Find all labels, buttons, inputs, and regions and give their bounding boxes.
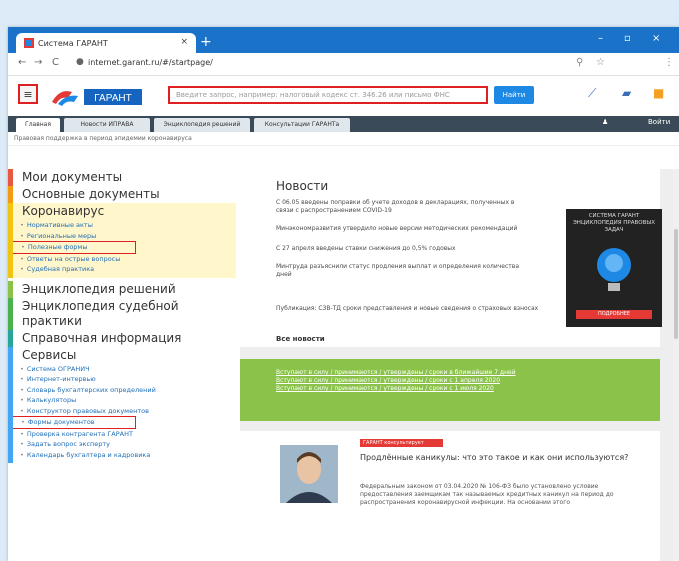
window-close-icon[interactable]: ×: [652, 33, 660, 44]
sidebar-color-bar: [8, 169, 13, 186]
folder-icon[interactable]: ■: [653, 86, 664, 100]
sidebar-item[interactable]: Справочная информация: [8, 330, 236, 347]
banner-link[interactable]: Вступают в силу / принимаются / утвержде…: [240, 377, 660, 385]
promo-text: СИСТЕМА ГАРАНТ ЭНЦИКЛОПЕДИЯ ПРАВОВЫХ ЗАД…: [572, 213, 656, 233]
url-field[interactable]: internet.garant.ru/#/startpage/: [88, 58, 213, 67]
tab-news[interactable]: Новости ИПРАВА: [64, 118, 150, 132]
sidebar-subitem[interactable]: Судебная практика: [8, 264, 236, 275]
sidebar-section: Энциклопедия решений: [8, 280, 236, 298]
sidebar-subitem[interactable]: Система ОГРАНИЧ: [8, 364, 236, 375]
document-tabs: Главная Новости ИПРАВА Энциклопедия реше…: [8, 116, 679, 132]
garant-logo: ГАРАНТ: [52, 89, 142, 106]
briefcase-icon[interactable]: ▰: [622, 86, 631, 100]
reload-icon[interactable]: C: [52, 57, 59, 68]
user-icon[interactable]: ♟: [602, 118, 608, 126]
browser-menu-icon[interactable]: ⋮: [664, 57, 674, 68]
article-tag: ГАРАНТ консультирует: [360, 439, 443, 447]
sidebar-color-bar: [8, 203, 13, 278]
sidebar-subitem[interactable]: Интернет-интервью: [8, 374, 236, 385]
sidebar-section: Энциклопедия судебной практики: [8, 297, 236, 330]
sidebar-subitem[interactable]: Формы документов: [8, 416, 136, 429]
maximize-icon[interactable]: ▫: [624, 33, 631, 44]
tab-close-icon[interactable]: ×: [180, 37, 188, 47]
hamburger-menu-icon[interactable]: ≡: [18, 84, 38, 104]
banner-link[interactable]: Вступают в силу / принимаются / утвержде…: [240, 369, 660, 377]
scrollbar[interactable]: [673, 169, 679, 561]
sidebar-color-bar: [8, 346, 13, 463]
sidebar-subitem[interactable]: Календарь бухгалтера и кадровика: [8, 450, 236, 461]
sidebar-subitem[interactable]: Конструктор правовых документов: [8, 406, 236, 417]
promo-banner[interactable]: СИСТЕМА ГАРАНТ ЭНЦИКЛОПЕДИЯ ПРАВОВЫХ ЗАД…: [566, 209, 662, 327]
sidebar-item[interactable]: Энциклопедия решений: [8, 281, 236, 298]
sidebar-subitem[interactable]: Задать вопрос эксперту: [8, 439, 236, 450]
sidebar-section: Мои документы: [8, 169, 236, 186]
tab-consultations[interactable]: Консультации ГАРАНТа: [254, 118, 350, 132]
news-title: Новости: [276, 179, 329, 193]
back-icon[interactable]: ←: [18, 57, 26, 68]
sidebar-item[interactable]: Мои документы: [8, 169, 236, 186]
lock-icon: ●: [76, 57, 84, 67]
news-item[interactable]: С 27 апреля введены ставки снижения до 0…: [276, 245, 526, 253]
sidebar-color-bar: [8, 297, 13, 330]
sidebar-color-bar: [8, 329, 13, 347]
address-bar: ← → C ● internet.garant.ru/#/startpage/ …: [8, 53, 679, 76]
article-card: ГАРАНТ консультирует Продлённые каникулы…: [240, 431, 660, 561]
sidebar-section: КоронавирусНормативные актыРегиональные …: [8, 203, 236, 278]
scrollbar-thumb[interactable]: [674, 229, 678, 339]
search-input[interactable]: Введите запрос, например: налоговый коде…: [168, 86, 488, 104]
forward-icon[interactable]: →: [34, 57, 42, 68]
sidebar-section: Основные документы: [8, 186, 236, 203]
sidebar-section: СервисыСистема ОГРАНИЧИнтернет-интервьюС…: [8, 346, 236, 463]
article-title[interactable]: Продлённые каникулы: что это такое и как…: [360, 453, 650, 463]
promo-button[interactable]: ПОДРОБНЕЕ: [576, 310, 652, 319]
sidebar-item[interactable]: Коронавирус: [8, 203, 236, 220]
minimize-icon[interactable]: –: [598, 33, 603, 44]
sidebar-subitem[interactable]: Ответы на острые вопросы: [8, 254, 236, 265]
news-item[interactable]: С 06.05 введены поправки об учете доходо…: [276, 199, 526, 215]
new-tab-icon[interactable]: +: [200, 35, 212, 49]
green-banner: Вступают в силу / принимаются / утвержде…: [240, 359, 660, 421]
garant-favicon-icon: [24, 38, 34, 48]
site-header: ≡ ГАРАНТ Введите запрос, например: налог…: [8, 76, 679, 116]
star-icon[interactable]: ☆: [596, 57, 605, 68]
sidebar-section: Справочная информация: [8, 329, 236, 347]
all-news-link[interactable]: Все новости: [276, 335, 325, 343]
sidebar-color-bar: [8, 280, 13, 298]
browser-tab[interactable]: Система ГАРАНТ ×: [16, 33, 196, 53]
banner-link[interactable]: Вступают в силу / принимаются / утвержде…: [240, 385, 660, 393]
sidebar: Мои документы Основные документы Коронавир…: [8, 169, 236, 561]
sidebar-subitem[interactable]: Нормативные акты: [8, 220, 236, 231]
zoom-icon[interactable]: ⚲: [576, 57, 583, 68]
search-button[interactable]: Найти: [494, 86, 534, 104]
sidebar-item[interactable]: Сервисы: [8, 347, 236, 364]
sidebar-item[interactable]: Энциклопедия судебной практики: [8, 298, 236, 330]
browser-window: Система ГАРАНТ × + – ▫ × ← → C ● interne…: [8, 27, 679, 561]
article-text: Федеральным законом от 03.04.2020 № 106-…: [360, 483, 614, 506]
tab-title: Система ГАРАНТ: [38, 38, 108, 48]
sidebar-subitem[interactable]: Словарь бухгалтерских определений: [8, 385, 236, 396]
tab-encyclopedia[interactable]: Энциклопедия решений: [154, 118, 250, 132]
sidebar-subitem[interactable]: Региональные меры: [8, 231, 236, 242]
sidebar-color-bar: [8, 186, 13, 203]
svg-text:ГАРАНТ: ГАРАНТ: [94, 93, 131, 104]
sidebar-subitem[interactable]: Полезные формы: [8, 241, 136, 254]
breadcrumb[interactable]: Правовая поддержка в период эпидемии кор…: [8, 132, 679, 146]
news-item[interactable]: Минтруда разъяснили статус продления вып…: [276, 263, 526, 279]
tab-strip: Система ГАРАНТ × + – ▫ ×: [8, 27, 679, 53]
sidebar-subitem[interactable]: Проверка контрагента ГАРАНТ: [8, 429, 236, 440]
lightbulb-icon: [597, 248, 631, 291]
tab-home[interactable]: Главная: [16, 118, 60, 132]
sidebar-item[interactable]: Основные документы: [8, 186, 236, 203]
sidebar-subitem[interactable]: Калькуляторы: [8, 395, 236, 406]
main-content: Новости С 06.05 введены поправки об учет…: [240, 169, 679, 561]
author-photo: [280, 445, 338, 503]
login-link[interactable]: Войти: [648, 118, 670, 126]
news-item[interactable]: Минэкономразвития утвердило новые версии…: [276, 225, 526, 233]
chart-icon[interactable]: ⟋: [588, 86, 596, 101]
news-panel: Новости С 06.05 введены поправки об учет…: [240, 169, 662, 347]
